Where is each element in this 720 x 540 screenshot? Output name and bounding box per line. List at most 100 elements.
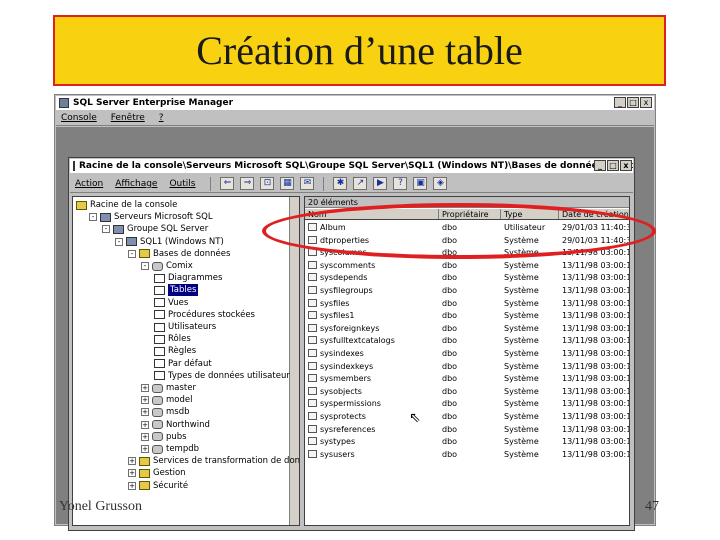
table-row[interactable]: sysusers dbo Système 13/11/98 03:00:19	[305, 449, 629, 461]
tree-item[interactable]: - Groupe SQL Server	[102, 223, 208, 235]
child-close-button[interactable]: x	[620, 160, 632, 171]
tree-item[interactable]: Rôles	[154, 333, 191, 345]
table-row[interactable]: sysfilegroups dbo Système 13/11/98 03:00:19	[305, 285, 629, 297]
column-header-type[interactable]: Type	[501, 209, 559, 219]
column-header-name[interactable]: Nom	[305, 209, 439, 219]
expand-icon[interactable]: +	[141, 396, 149, 405]
tree-item[interactable]: Vues	[154, 297, 188, 309]
wizard-icon[interactable]: ↗	[353, 177, 368, 190]
menu-help[interactable]: ?	[159, 113, 164, 123]
tools-icon[interactable]: ◈	[433, 177, 448, 190]
column-header-date[interactable]: Date de création	[559, 209, 629, 219]
tree-item[interactable]: Diagrammes	[154, 272, 222, 284]
tree-item[interactable]: - Comix	[141, 260, 193, 272]
list-header: Nom Propriétaire Type Date de création	[305, 209, 629, 220]
tree-item[interactable]: Utilisateurs	[154, 321, 216, 333]
tree-item[interactable]: + model	[141, 394, 192, 406]
column-header-owner[interactable]: Propriétaire	[439, 209, 501, 219]
row-owner: dbo	[442, 361, 458, 371]
table-row[interactable]: syscolumns dbo Système 13/11/98 03:00:19	[305, 247, 629, 259]
tree-item[interactable]: - SQL1 (Windows NT)	[115, 236, 224, 248]
menu-console[interactable]: Console	[61, 113, 97, 123]
child-minimize-button[interactable]: _	[594, 160, 606, 171]
expand-icon[interactable]: +	[141, 420, 149, 429]
table-row[interactable]: sysprotects dbo Système 13/11/98 03:00:19	[305, 411, 629, 423]
tree-scrollbar[interactable]	[289, 197, 299, 525]
properties-icon[interactable]: ▦	[280, 177, 295, 190]
table-row[interactable]: sysreferences dbo Système 13/11/98 03:00:19	[305, 424, 629, 436]
table-row[interactable]: sysfulltextcatalogs dbo Système 13/11/98 03…	[305, 335, 629, 347]
folder-icon	[76, 200, 87, 210]
tree-item-label: pubs	[166, 431, 187, 442]
table-row[interactable]: sysindexes dbo Système 13/11/98 03:00:19	[305, 348, 629, 360]
expand-icon[interactable]: +	[128, 469, 136, 478]
help-icon[interactable]: ?	[393, 177, 408, 190]
menu-fenetre[interactable]: Fenêtre	[111, 113, 145, 123]
new-icon[interactable]: ✱	[333, 177, 348, 190]
back-icon[interactable]: ⇐	[220, 177, 235, 190]
menu-outils[interactable]: Outils	[169, 179, 195, 189]
console-tree[interactable]: Racine de la console - Serveurs Microsoft …	[72, 196, 300, 526]
menu-action[interactable]: Action	[75, 179, 103, 189]
maximize-button[interactable]: □	[627, 97, 639, 108]
table-row[interactable]: sysobjects dbo Système 13/11/98 03:00:19	[305, 386, 629, 398]
collapse-icon[interactable]: -	[102, 225, 110, 234]
tree-item[interactable]: Procédures stockées	[154, 309, 255, 321]
tree-item[interactable]: + pubs	[141, 431, 187, 443]
expand-icon[interactable]: +	[128, 481, 136, 490]
refresh-icon[interactable]: ✉	[300, 177, 315, 190]
table-row[interactable]: Album dbo Utilisateur 29/01/03 11:40:38	[305, 222, 629, 234]
tree-item[interactable]: Par défaut	[154, 358, 212, 370]
table-row[interactable]: sysfiles1 dbo Système 13/11/98 03:00:19	[305, 310, 629, 322]
tree-item[interactable]: Règles	[154, 345, 196, 357]
tree-item[interactable]: + Services de transformation de données	[128, 455, 299, 467]
collapse-icon[interactable]: -	[141, 262, 149, 270]
expand-icon[interactable]: +	[141, 384, 149, 392]
forward-icon[interactable]: ⇒	[240, 177, 255, 190]
tree-item[interactable]: + Sécurité	[128, 480, 188, 492]
expand-icon[interactable]: +	[141, 432, 149, 441]
tree-item[interactable]: Tables	[154, 284, 199, 297]
table-row[interactable]: sysdepends dbo Système 13/11/98 03:00:19	[305, 272, 629, 284]
collapse-icon[interactable]: -	[128, 249, 136, 258]
table-row[interactable]: syscomments dbo Système 13/11/98 03:00:19	[305, 260, 629, 272]
minimize-button[interactable]: _	[614, 97, 626, 108]
tree-item[interactable]: + msdb	[141, 406, 190, 418]
app-titlebar[interactable]: SQL Server Enterprise Manager _ □ x	[56, 96, 654, 110]
expand-icon[interactable]: +	[141, 408, 149, 417]
table-row[interactable]: sysindexkeys dbo Système 13/11/98 03:00:19	[305, 361, 629, 373]
console-icon	[73, 161, 75, 171]
run-icon[interactable]: ▶	[373, 177, 388, 190]
row-owner: dbo	[442, 248, 458, 258]
tree-item[interactable]: Racine de la console	[76, 199, 177, 211]
child-titlebar[interactable]: Racine de la console\Serveurs Microsoft …	[70, 159, 633, 173]
row-type: Système	[504, 349, 539, 358]
close-button[interactable]: x	[640, 97, 652, 108]
table-row[interactable]: systypes dbo Système 13/11/98 03:00:19	[305, 436, 629, 448]
tree-item[interactable]: Types de données utilisateur	[154, 370, 290, 382]
table-icon	[308, 248, 317, 257]
table-row[interactable]: sysmembers dbo Système 13/11/98 03:00:19	[305, 373, 629, 385]
table-row[interactable]: dtproperties dbo Système 29/01/03 11:40:38	[305, 235, 629, 247]
up-icon[interactable]: ⊡	[260, 177, 275, 190]
row-type: Système	[504, 412, 539, 421]
details-list[interactable]: 20 éléments Nom Propriétaire Type Date d…	[304, 196, 630, 526]
row-type: Système	[504, 286, 539, 295]
expand-icon[interactable]: +	[128, 457, 136, 466]
table-row[interactable]: syspermissions dbo Système 13/11/98 03:00:1…	[305, 398, 629, 410]
tree-item[interactable]: + Northwind	[141, 419, 210, 431]
child-maximize-button[interactable]: □	[607, 160, 619, 171]
row-name-cell: sysforeignkeys	[308, 323, 438, 335]
tree-item[interactable]: + master	[141, 382, 196, 394]
collapse-icon[interactable]: -	[89, 213, 97, 222]
tree-item[interactable]: - Bases de données	[128, 248, 230, 260]
table-row[interactable]: sysforeignkeys dbo Système 13/11/98 03:00:1…	[305, 323, 629, 335]
export-icon[interactable]: ▣	[413, 177, 428, 190]
collapse-icon[interactable]: -	[115, 237, 123, 246]
table-row[interactable]: sysfiles dbo Système 13/11/98 03:00:19	[305, 298, 629, 310]
expand-icon[interactable]: +	[141, 445, 149, 453]
tree-item[interactable]: + Gestion	[128, 467, 186, 479]
tree-item[interactable]: - Serveurs Microsoft SQL	[89, 211, 213, 223]
tree-item[interactable]: + tempdb	[141, 443, 199, 455]
menu-affichage[interactable]: Affichage	[115, 179, 157, 189]
